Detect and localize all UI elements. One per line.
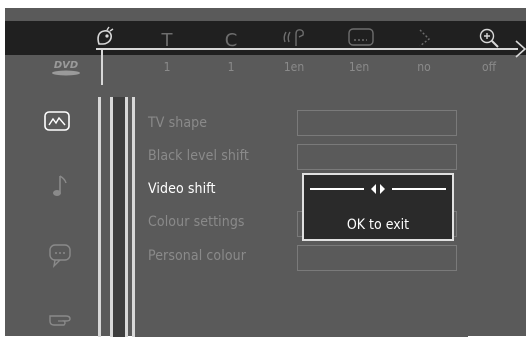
title-value: 1	[163, 60, 171, 74]
divider-line	[125, 97, 128, 337]
dvd-logo: DVD	[46, 57, 86, 79]
divider-line	[98, 97, 101, 337]
menu-item-video-shift[interactable]: Video shift	[148, 181, 216, 197]
chapter-value: 1	[227, 60, 235, 74]
slider-track-right	[392, 188, 446, 190]
zoom-value: off	[481, 60, 497, 74]
menu-item-black-level-shift[interactable]: Black level shift	[148, 148, 249, 164]
scroll-gutter	[113, 97, 125, 337]
menu-item-colour-settings[interactable]: Colour settings	[148, 214, 245, 230]
title-T-glyph: T	[161, 30, 174, 50]
timeline-arrow-icon	[515, 40, 527, 62]
dvd-logo-text: DVD	[54, 60, 78, 71]
angle-value: no	[417, 60, 431, 74]
menu-item-personal-colour[interactable]: Personal colour	[148, 248, 246, 264]
speech-bubble-icon[interactable]	[46, 242, 96, 272]
personal-colour-field[interactable]	[297, 245, 457, 271]
chapter-C-glyph: C	[225, 30, 238, 50]
tv-shape-field[interactable]	[297, 110, 457, 136]
divider-line	[110, 97, 113, 337]
pointing-hand-icon[interactable]	[46, 308, 96, 338]
black-level-shift-field[interactable]	[297, 144, 457, 170]
subtitle-value: 1en	[348, 60, 370, 74]
slider-track-left	[310, 188, 364, 190]
timeline-arrow-line	[96, 48, 518, 50]
top-divider	[101, 49, 103, 85]
menu-item-tv-shape[interactable]: TV shape	[148, 115, 207, 131]
music-note-icon[interactable]	[48, 172, 98, 202]
picture-settings-icon[interactable]	[40, 110, 90, 140]
left-right-arrows-icon[interactable]	[370, 181, 386, 201]
ok-to-exit-label: OK to exit	[346, 217, 410, 233]
divider-line	[132, 97, 135, 337]
video-shift-popup[interactable]: OK to exit	[302, 173, 454, 241]
audio-value: 1en	[283, 60, 305, 74]
